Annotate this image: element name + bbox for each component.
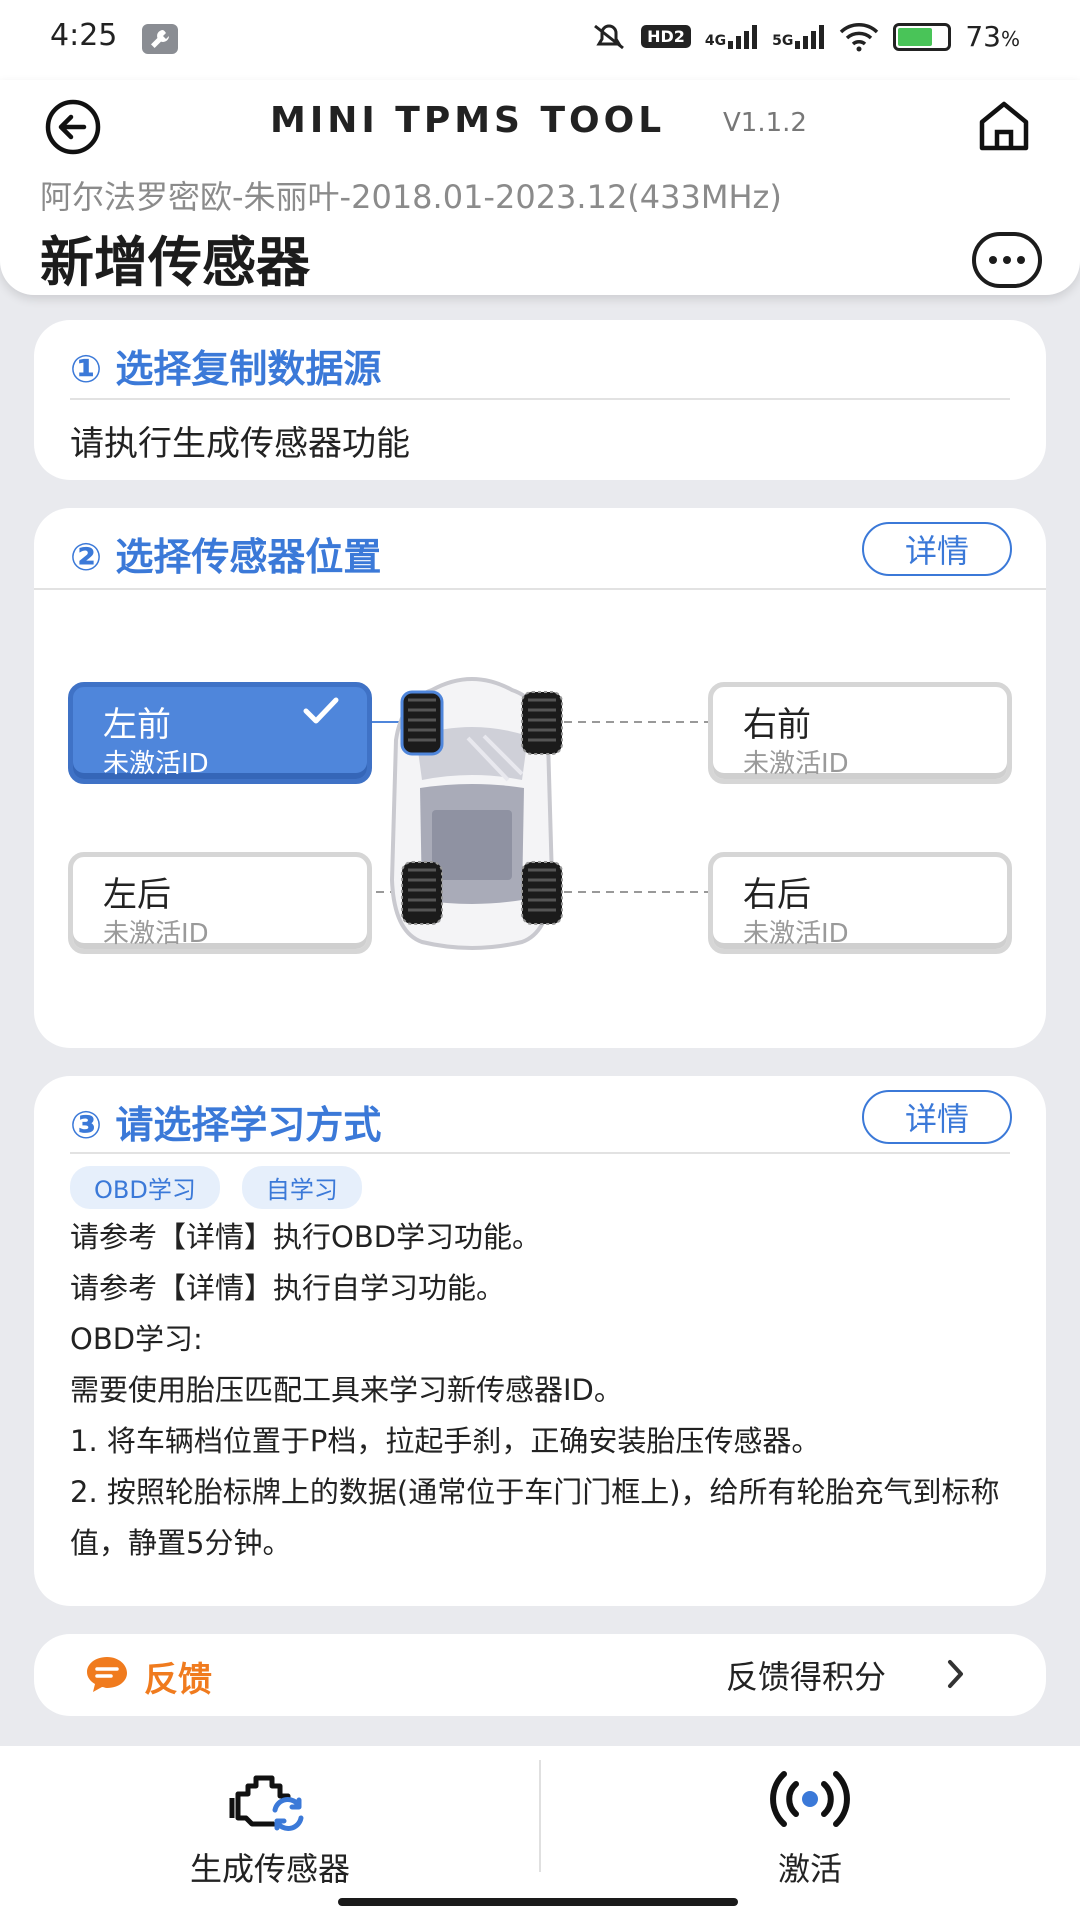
wrench-icon <box>142 24 178 54</box>
guide-line: OBD学习: <box>70 1322 203 1356</box>
more-options-button[interactable] <box>972 232 1042 288</box>
tire-left-front-icon <box>400 690 444 756</box>
generate-sensor-button[interactable]: 生成传感器 <box>120 1764 420 1890</box>
step2-card: ② 选择传感器位置 详情 左前 未激活ID 右前 未激活ID 左后 未激活ID … <box>34 508 1046 1048</box>
learning-guide-text: 请参考【详情】执行OBD学习功能。 请参考【详情】执行自学习功能。 OBD学习:… <box>70 1212 1010 1569</box>
divider <box>70 1152 1010 1154</box>
position-name: 左前 <box>103 705 171 745</box>
generate-sensor-icon <box>229 1775 304 1831</box>
signal-icon: 4G <box>705 24 758 49</box>
app-title: MINI TPMS TOOL <box>270 100 666 141</box>
chevron-right-icon <box>948 1660 963 1688</box>
home-indicator[interactable] <box>338 1898 738 1906</box>
app-header: MINI TPMS TOOL V1.1.2 阿尔法罗密欧-朱丽叶-2018.01… <box>0 80 1080 295</box>
status-time: 4:25 <box>50 18 118 53</box>
generate-sensor-label: 生成传感器 <box>189 1850 350 1888</box>
battery-percent: 73% <box>965 20 1020 53</box>
position-name: 右后 <box>743 875 811 915</box>
back-button[interactable] <box>44 98 102 156</box>
position-status: 未激活ID <box>103 749 209 779</box>
position-right-rear-button[interactable]: 右后 未激活ID <box>708 852 1012 954</box>
step2-title: ② 选择传感器位置 <box>70 535 382 579</box>
position-name: 左后 <box>103 875 171 915</box>
vehicle-model: 阿尔法罗密欧-朱丽叶-2018.01-2023.12(433MHz) <box>40 178 782 216</box>
feedback-bar[interactable]: 反馈 反馈得积分 <box>34 1634 1046 1716</box>
guide-line: 需要使用胎压匹配工具来学习新传感器ID。 <box>70 1373 623 1407</box>
page-title: 新增传感器 <box>40 231 310 294</box>
learning-method-tags: OBD学习 自学习 <box>70 1166 362 1209</box>
guide-line: 请参考【详情】执行OBD学习功能。 <box>70 1220 542 1254</box>
home-icon <box>979 101 1029 151</box>
position-status: 未激活ID <box>743 749 849 779</box>
step2-detail-button[interactable]: 详情 <box>862 522 1012 576</box>
bottom-nav: 生成传感器 激活 <box>0 1746 1080 1920</box>
checkmark-icon <box>303 697 339 724</box>
back-arrow-icon <box>45 99 101 155</box>
position-left-front-button[interactable]: 左前 未激活ID <box>68 682 372 784</box>
mute-icon <box>594 24 624 49</box>
step1-title: ① 选择复制数据源 <box>70 347 382 391</box>
position-right-front-button[interactable]: 右前 未激活ID <box>708 682 1012 784</box>
broadcast-signal-icon <box>770 1771 850 1827</box>
tag-obd-learning[interactable]: OBD学习 <box>70 1166 220 1209</box>
step3-detail-button[interactable]: 详情 <box>862 1090 1012 1144</box>
signal-5g-icon: 5G <box>772 24 825 49</box>
battery-icon <box>893 22 952 51</box>
divider <box>34 588 1046 590</box>
hd-badge: HD2 <box>641 25 691 48</box>
home-button[interactable] <box>974 96 1034 156</box>
nav-divider <box>539 1760 541 1872</box>
status-bar: 4:25 HD2 4G 5G 73% <box>0 0 1080 80</box>
feedback-label: 反馈 <box>144 1660 212 1700</box>
step1-body: 请执行生成传感器功能 <box>70 424 410 464</box>
more-dot-icon <box>989 256 997 264</box>
activate-button[interactable]: 激活 <box>660 1764 960 1890</box>
step3-card[interactable]: ③ 请选择学习方式 详情 OBD学习 自学习 请参考【详情】执行OBD学习功能。… <box>34 1076 1046 1606</box>
position-left-rear-button[interactable]: 左后 未激活ID <box>68 852 372 954</box>
feedback-score-label: 反馈得积分 <box>726 1658 887 1696</box>
guide-line: 请参考【详情】执行自学习功能。 <box>70 1271 506 1305</box>
position-status: 未激活ID <box>743 919 849 949</box>
tag-self-learning[interactable]: 自学习 <box>241 1166 362 1209</box>
position-status: 未激活ID <box>103 919 209 949</box>
position-name: 右前 <box>743 705 811 745</box>
feedback-chat-icon <box>87 1657 127 1692</box>
wifi-icon <box>840 22 879 51</box>
step1-card: ① 选择复制数据源 请执行生成传感器功能 <box>34 320 1046 480</box>
status-icons: HD2 4G 5G 73% <box>591 20 1020 53</box>
car-diagram <box>372 677 708 950</box>
step3-title: ③ 请选择学习方式 <box>70 1103 382 1147</box>
divider <box>70 398 1010 400</box>
guide-line: 1. 将车辆档位置于P档，拉起手刹，正确安装胎压传感器。 <box>70 1424 821 1458</box>
app-version: V1.1.2 <box>723 108 807 138</box>
activate-label: 激活 <box>777 1850 842 1888</box>
guide-line: 2. 按照轮胎标牌上的数据(通常位于车门门框上)，给所有轮胎充气到标称值，静置5… <box>70 1475 1000 1560</box>
